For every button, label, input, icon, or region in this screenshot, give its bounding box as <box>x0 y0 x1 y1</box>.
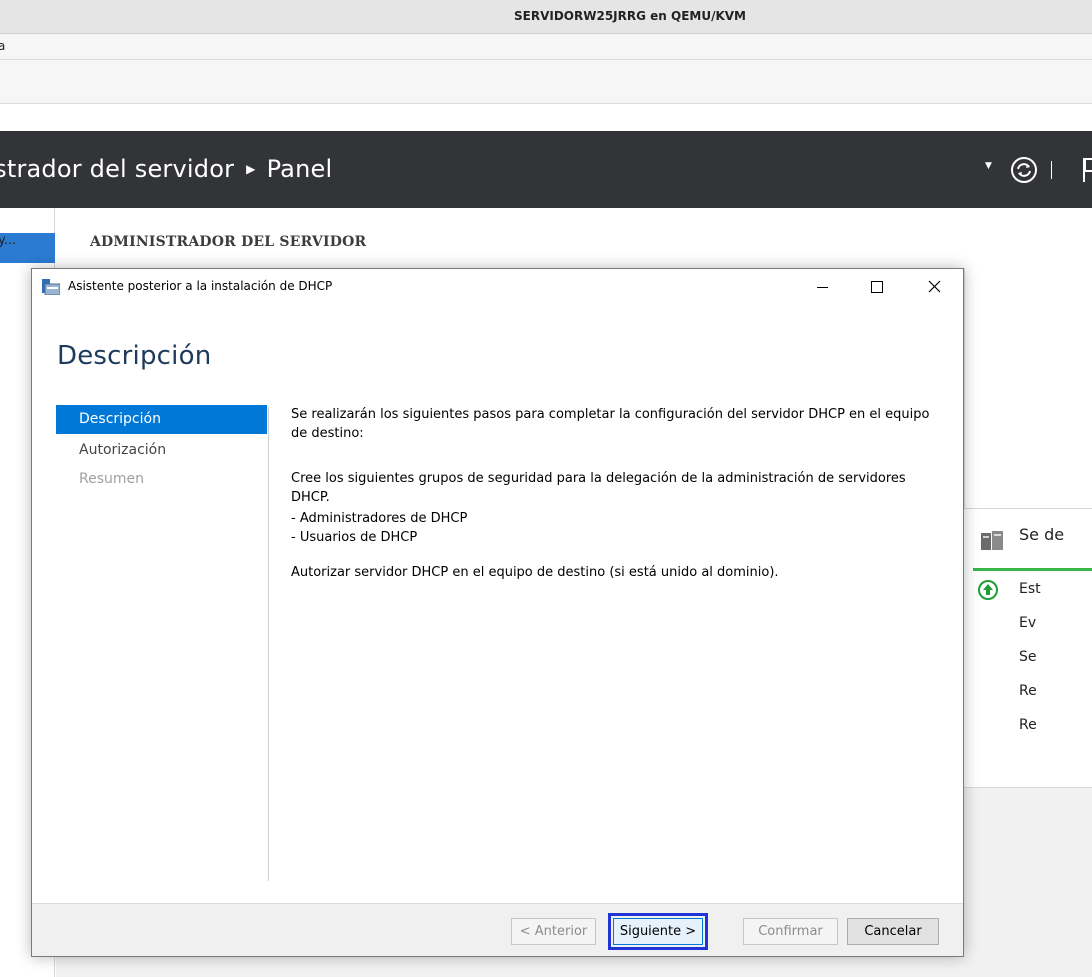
vm-toolbar <box>0 60 1092 104</box>
notifications-flag-icon[interactable] <box>1081 157 1092 183</box>
desc-authorize: Autorizar servidor DHCP en el equipo de … <box>291 565 779 580</box>
breadcrumb-current: Panel <box>266 155 333 183</box>
wizard-app-icon <box>42 279 60 295</box>
tile-role-title[interactable]: Se de <box>1019 524 1092 546</box>
maximize-icon[interactable] <box>854 269 900 305</box>
tile-role-status-bar <box>973 568 1092 571</box>
close-icon[interactable] <box>910 269 956 305</box>
back-button: < Anterior <box>511 918 596 945</box>
tile-row-events[interactable]: Ev <box>1019 615 1036 631</box>
desc-line-2: de destino: <box>291 426 364 441</box>
wizard-body: Descripción Descripción Autorización Res… <box>32 305 963 903</box>
step-resumen: Resumen <box>79 471 145 487</box>
vm-menu-item[interactable]: a <box>0 39 5 53</box>
server-group-icon <box>981 531 1003 550</box>
server-manager-breadcrumb: inistrador del servidor ▶ Panel <box>0 155 332 183</box>
wizard-title: Asistente posterior a la instalación de … <box>68 279 333 293</box>
vm-titlebar: SERVIDORW25JRRG en QEMU/KVM <box>0 0 1092 34</box>
minimize-icon[interactable] <box>800 269 846 305</box>
tile-row-performance[interactable]: Re <box>1019 683 1037 699</box>
confirm-button: Confirmar <box>743 918 838 945</box>
breadcrumb-separator-icon: ▶ <box>246 162 256 176</box>
desc-line-3: Cree los siguientes grupos de seguridad … <box>291 471 906 486</box>
nav-item-truncated[interactable]: y... <box>0 233 16 248</box>
step-autorizacion[interactable]: Autorización <box>56 436 267 465</box>
wizard-footer: < Anterior Siguiente > Confirmar Cancela… <box>32 903 963 956</box>
header-controls: ▼ <box>985 155 1092 185</box>
desc-line-4: DHCP. <box>291 490 330 505</box>
header-divider <box>1051 161 1052 179</box>
server-manager-header: inistrador del servidor ▶ Panel ▼ <box>0 131 1092 208</box>
tile-row-results[interactable]: Re <box>1019 717 1037 733</box>
desc-line-1: Se realizarán los siguientes pasos para … <box>291 407 930 422</box>
wizard-divider <box>268 407 269 881</box>
next-button[interactable]: Siguiente > <box>608 913 708 950</box>
wizard-steps: Descripción Autorización Resumen <box>56 405 267 881</box>
tile-row-services[interactable]: Se <box>1019 649 1037 665</box>
status-up-icon <box>978 580 998 600</box>
vm-menubar: a <box>0 34 1092 60</box>
breadcrumb-root: inistrador del servidor <box>0 155 235 183</box>
group-users: - Usuarios de DHCP <box>291 530 418 545</box>
content-heading: ADMINISTRADOR DEL SERVIDOR <box>90 234 367 250</box>
wizard-titlebar[interactable]: Asistente posterior a la instalación de … <box>32 269 963 305</box>
group-admins: - Administradores de DHCP <box>291 511 468 526</box>
step-descripcion[interactable]: Descripción <box>56 405 267 434</box>
refresh-icon[interactable] <box>1009 155 1039 185</box>
cancel-button[interactable]: Cancelar <box>847 918 939 945</box>
page-title: Descripción <box>57 341 212 371</box>
tile-row-status[interactable]: Est <box>1019 581 1041 597</box>
dropdown-caret-icon[interactable]: ▼ <box>985 161 992 171</box>
tile-role[interactable]: Se de Est Ev Se Re Re <box>962 508 1092 788</box>
vm-window-title: SERVIDORW25JRRG en QEMU/KVM <box>514 9 746 23</box>
dhcp-post-install-wizard: Asistente posterior a la instalación de … <box>31 268 964 957</box>
